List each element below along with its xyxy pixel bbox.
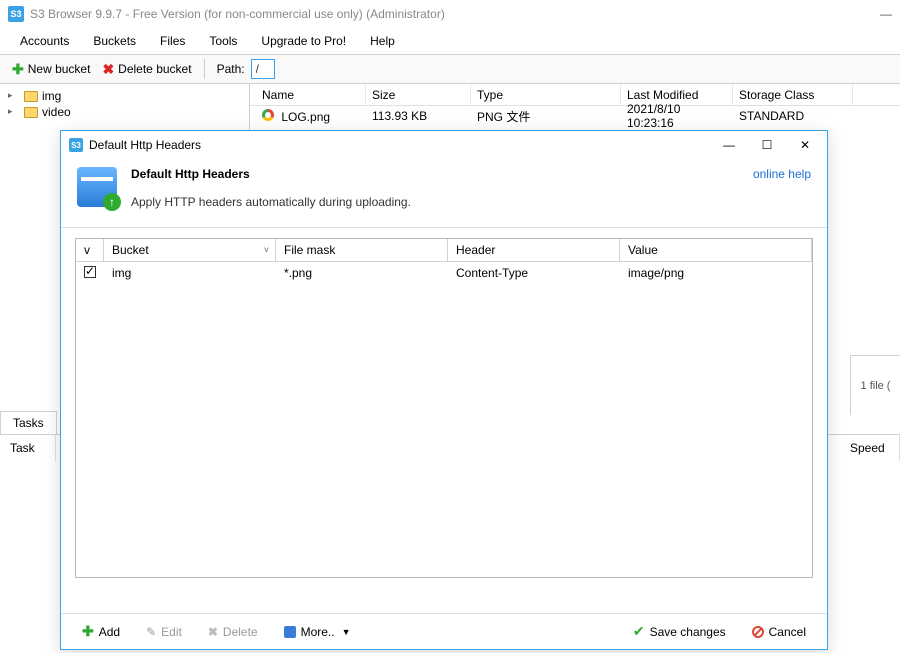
dialog-header-text: Default Http Headers Apply HTTP headers …: [131, 167, 411, 209]
row-bucket: img: [104, 262, 276, 285]
add-button[interactable]: ✚ Add: [73, 619, 129, 644]
menu-upgrade[interactable]: Upgrade to Pro!: [249, 30, 358, 52]
checkbox-checked-icon[interactable]: [84, 266, 96, 278]
cancel-button[interactable]: Cancel: [743, 621, 815, 643]
dialog-titlebar[interactable]: S3 Default Http Headers — ☐ ✕: [61, 131, 827, 159]
menu-tools[interactable]: Tools: [197, 30, 249, 52]
window-titlebar: S3 S3 Browser 9.9.7 - Free Version (for …: [0, 0, 900, 28]
col-storage[interactable]: Storage Class: [733, 84, 853, 106]
dialog-body: v Bucket ˅ File mask Header Value img *.…: [61, 228, 827, 613]
folder-icon: [24, 107, 38, 118]
col-size[interactable]: Size: [366, 84, 471, 106]
file-modified: 2021/8/10 10:23:16: [621, 100, 733, 132]
x-icon: ✖: [102, 61, 114, 78]
gcol-bucket-label: Bucket: [112, 243, 149, 257]
row-mask: *.png: [276, 262, 448, 285]
menu-files[interactable]: Files: [148, 30, 197, 52]
cancel-icon: [752, 626, 764, 638]
dialog-header: ↑ Default Http Headers Apply HTTP header…: [61, 159, 827, 228]
edit-button[interactable]: ✎ Edit: [137, 621, 191, 643]
col-name[interactable]: Name: [256, 84, 366, 106]
toolbar: ✚ New bucket ✖ Delete bucket Path:: [0, 54, 900, 84]
toolbar-separator: [204, 59, 205, 79]
dialog-maximize-button[interactable]: ☐: [757, 138, 777, 152]
delete-bucket-button[interactable]: ✖ Delete bucket: [96, 59, 197, 80]
row-value: image/png: [620, 262, 812, 285]
dialog-heading: Default Http Headers: [131, 167, 411, 181]
tasks-tab[interactable]: Tasks: [0, 411, 57, 434]
cancel-label: Cancel: [769, 625, 806, 639]
more-label: More..: [301, 625, 335, 639]
tree-twist-icon[interactable]: ▸: [8, 90, 18, 100]
app-icon: S3: [8, 6, 24, 22]
save-changes-button[interactable]: ✔ Save changes: [624, 619, 735, 644]
grid-header: v Bucket ˅ File mask Header Value: [76, 239, 812, 262]
upload-arrow-icon: ↑: [103, 193, 121, 211]
row-header: Content-Type: [448, 262, 620, 285]
menu-bar: Accounts Buckets Files Tools Upgrade to …: [0, 28, 900, 54]
folder-icon: [24, 91, 38, 102]
default-http-headers-dialog: S3 Default Http Headers — ☐ ✕ ↑ Default …: [60, 130, 828, 650]
plus-icon: ✚: [82, 623, 94, 640]
add-label: Add: [99, 625, 120, 639]
delete-bucket-label: Delete bucket: [118, 62, 191, 76]
menu-help[interactable]: Help: [358, 30, 407, 52]
plus-icon: ✚: [12, 61, 24, 78]
file-name: LOG.png: [281, 110, 330, 124]
more-icon: [284, 626, 296, 638]
col-task[interactable]: Task: [0, 435, 56, 461]
dialog-window-controls: — ☐ ✕: [719, 138, 819, 152]
path-area: Path:: [217, 59, 275, 79]
menu-accounts[interactable]: Accounts: [8, 30, 81, 52]
new-bucket-button[interactable]: ✚ New bucket: [6, 59, 96, 80]
delete-button[interactable]: ✖ Delete: [199, 621, 267, 643]
file-type: PNG 文件: [471, 106, 621, 127]
pencil-icon: ✎: [146, 625, 156, 639]
online-help-link[interactable]: online help: [753, 167, 811, 181]
grid-row[interactable]: img *.png Content-Type image/png: [76, 262, 812, 285]
headers-grid[interactable]: v Bucket ˅ File mask Header Value img *.…: [75, 238, 813, 578]
sort-indicator-icon: ˅: [264, 245, 269, 255]
col-speed[interactable]: Speed: [840, 435, 900, 461]
minimize-button[interactable]: —: [880, 7, 892, 21]
tree-label: img: [42, 89, 61, 103]
tree-twist-icon[interactable]: ▸: [8, 106, 18, 116]
chevron-down-icon: ▼: [342, 627, 351, 637]
file-row[interactable]: LOG.png 113.93 KB PNG 文件 2021/8/10 10:23…: [250, 106, 900, 126]
gcol-checked[interactable]: v: [76, 239, 104, 261]
file-size: 113.93 KB: [366, 107, 471, 125]
gcol-value[interactable]: Value: [620, 239, 812, 261]
file-count-status: 1 file (: [850, 355, 900, 415]
window-title: S3 Browser 9.9.7 - Free Version (for non…: [30, 7, 445, 21]
dialog-close-button[interactable]: ✕: [795, 138, 815, 152]
file-storage: STANDARD: [733, 107, 853, 125]
new-bucket-label: New bucket: [28, 62, 91, 76]
edit-label: Edit: [161, 625, 182, 639]
app-icon: S3: [69, 138, 83, 152]
dialog-header-icon: ↑: [77, 167, 117, 207]
tree-node-img[interactable]: ▸ img: [6, 88, 243, 104]
dialog-title: Default Http Headers: [89, 138, 201, 152]
more-button[interactable]: More.. ▼: [275, 621, 360, 643]
col-type[interactable]: Type: [471, 84, 621, 106]
file-name-cell: LOG.png: [256, 107, 366, 126]
gcol-bucket[interactable]: Bucket ˅: [104, 239, 276, 261]
path-label: Path:: [217, 62, 245, 76]
file-type-icon: [262, 109, 274, 121]
check-icon: ✔: [633, 623, 645, 640]
save-label: Save changes: [650, 625, 726, 639]
gcol-header[interactable]: Header: [448, 239, 620, 261]
dialog-minimize-button[interactable]: —: [719, 138, 739, 152]
row-checkbox-cell[interactable]: [76, 262, 104, 285]
gcol-mask[interactable]: File mask: [276, 239, 448, 261]
path-input[interactable]: [251, 59, 275, 79]
tree-node-video[interactable]: ▸ video: [6, 104, 243, 120]
menu-buckets[interactable]: Buckets: [81, 30, 148, 52]
tree-label: video: [42, 105, 71, 119]
x-icon: ✖: [208, 625, 218, 639]
file-columns: Name Size Type Last Modified Storage Cla…: [250, 84, 900, 106]
dialog-footer: ✚ Add ✎ Edit ✖ Delete More.. ▼ ✔ Save ch…: [61, 613, 827, 649]
dialog-subheading: Apply HTTP headers automatically during …: [131, 195, 411, 209]
delete-label: Delete: [223, 625, 258, 639]
